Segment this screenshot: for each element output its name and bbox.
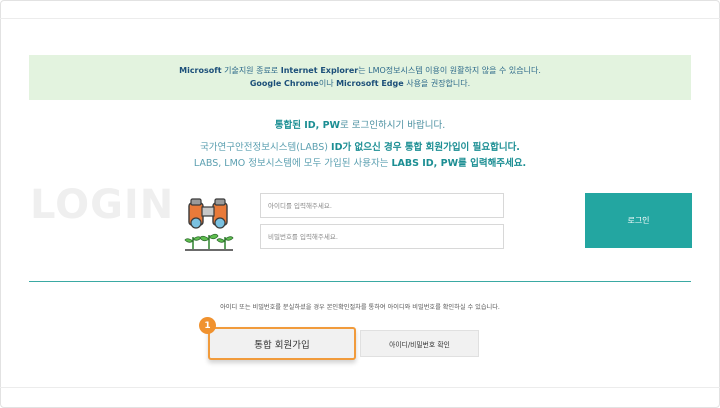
- notice-line-2: Google Chrome이나 Microsoft Edge 사용을 권장합니다…: [29, 77, 691, 90]
- notice-edge-text: Microsoft Edge: [336, 79, 404, 88]
- section-divider: [29, 281, 691, 282]
- instruction-2-bold: LABS ID, PW를 입력해주세요.: [391, 158, 527, 169]
- find-id-password-button[interactable]: 아이디/비밀번호 확인: [360, 330, 479, 357]
- login-watermark: LOGIN: [30, 182, 175, 228]
- notice-text-c: 는 LMO정보시스템 이용이 원활하지 않을 수 있습니다.: [358, 66, 541, 75]
- login-instruction-1: 국가연구안전정보시스템(LABS) ID가 없으신 경우 통합 회원가입이 필요…: [0, 139, 720, 153]
- notice-chrome-text: Google Chrome: [249, 79, 319, 88]
- notice-line-1: Microsoft 기술지원 종료로 Internet Explorer는 LM…: [29, 64, 691, 77]
- notice-text-d: 사용을 권장합니다.: [403, 79, 471, 88]
- instruction-1-bold: ID가 없으신 경우 통합 회원가입이 필요합니다.: [331, 142, 520, 153]
- login-button[interactable]: 로그인: [585, 193, 692, 248]
- notice-ms-text: Microsoft: [179, 66, 222, 75]
- top-divider: [0, 18, 720, 19]
- password-input[interactable]: [260, 224, 504, 249]
- browser-notice: Microsoft 기술지원 종료로 Internet Explorer는 LM…: [29, 55, 691, 100]
- login-instruction-2: LABS, LMO 정보시스템에 모두 가입된 사용자는 LABS ID, PW…: [0, 155, 720, 169]
- headline-bold: 통합된 ID, PW: [274, 120, 341, 131]
- instruction-2-plain: LABS, LMO 정보시스템에 모두 가입된 사용자는: [193, 158, 392, 169]
- binoculars-seedling-icon: [184, 198, 234, 251]
- step-badge: 1: [199, 317, 216, 334]
- notice-ie-text: Internet Explorer: [280, 66, 359, 75]
- join-button[interactable]: 통합 회원가입: [208, 327, 356, 360]
- id-input[interactable]: [260, 193, 504, 218]
- instruction-1-plain: 국가연구안전정보시스템(LABS): [200, 142, 332, 153]
- notice-text-a: 기술지원 종료로: [221, 66, 281, 75]
- headline-rest: 로 로그인하시기 바랍니다.: [340, 120, 446, 131]
- notice-text-b: 이나: [318, 79, 337, 88]
- recovery-help-text: 아이디 또는 비밀번호를 분실하셨을 경우 본인확인절차를 통하여 아이디와 비…: [220, 304, 500, 311]
- bottom-divider: [0, 387, 720, 388]
- login-headline: 통합된 ID, PW로 로그인하시기 바랍니다.: [0, 117, 720, 131]
